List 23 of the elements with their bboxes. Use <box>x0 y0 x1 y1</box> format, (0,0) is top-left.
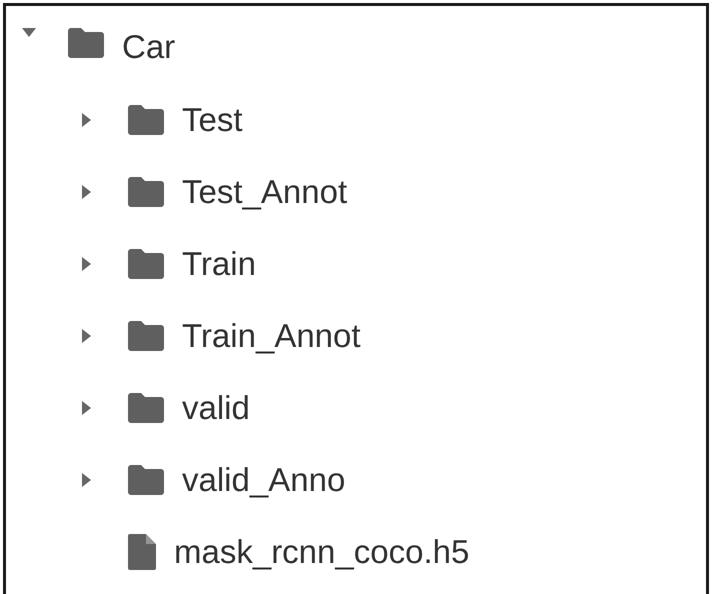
folder-name[interactable]: Train_Annot <box>182 317 361 355</box>
folder-icon <box>68 28 104 58</box>
folder-name[interactable]: Test_Annot <box>182 173 348 211</box>
folder-name[interactable]: valid <box>182 389 250 427</box>
folder-icon <box>128 249 164 279</box>
folder-name[interactable]: Train <box>182 245 256 283</box>
caret-icon[interactable] <box>82 257 91 271</box>
caret-icon[interactable] <box>82 329 91 343</box>
folder-name[interactable]: valid_Anno <box>182 461 346 499</box>
file-name[interactable]: mask_rcnn_coco.h5 <box>174 533 470 571</box>
caret-icon[interactable] <box>82 473 91 487</box>
folder-icon <box>128 321 164 351</box>
caret-icon[interactable] <box>82 185 91 199</box>
folder-name[interactable]: Test <box>182 101 243 139</box>
folder-icon <box>128 393 164 423</box>
caret-icon[interactable] <box>82 113 91 127</box>
file-icon <box>128 534 156 570</box>
folder-icon <box>128 105 164 135</box>
caret-icon[interactable] <box>82 401 91 415</box>
folder-icon <box>128 177 164 207</box>
caret-icon[interactable] <box>22 28 36 37</box>
folder-icon <box>128 465 164 495</box>
folder-name[interactable]: Car <box>122 28 176 66</box>
